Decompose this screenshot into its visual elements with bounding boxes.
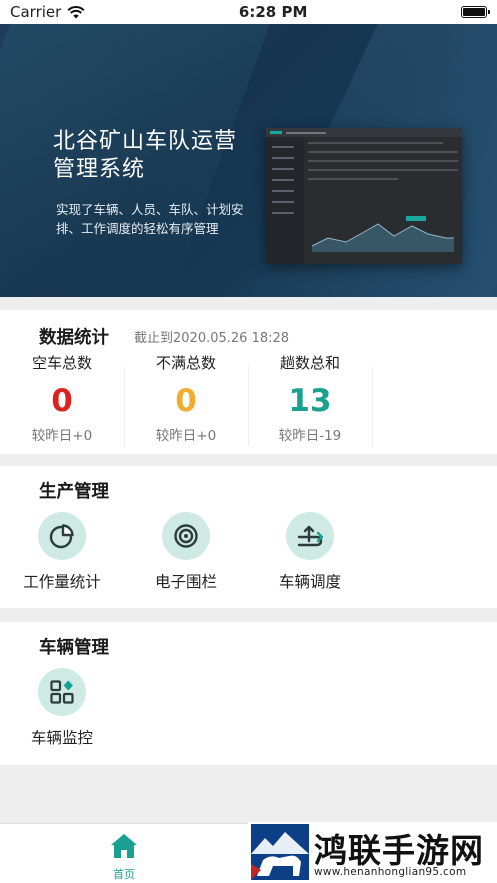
tab-home[interactable]: 首页: [98, 833, 150, 882]
status-left: Carrier: [10, 3, 85, 21]
wifi-icon: [67, 5, 85, 18]
production-title: 生产管理: [39, 482, 109, 502]
stat-empty-trucks[interactable]: 空车总数 0 较昨日+0: [1, 352, 123, 444]
carrier-label: Carrier: [10, 3, 62, 21]
stat-underfilled[interactable]: 不满总数 0 较昨日+0: [125, 352, 247, 444]
dispatch-icon: [286, 512, 334, 560]
stat-label: 趟数总和: [279, 354, 340, 372]
monitor-icon: [38, 668, 86, 716]
tile-label: 电子围栏: [154, 573, 217, 591]
tab-home-label: 首页: [113, 868, 135, 881]
dashboard-preview-image: [266, 128, 462, 264]
vehicle-management-card: 车辆管理 车辆监控: [0, 622, 497, 765]
stat-value: 0: [175, 383, 197, 419]
electronic-fence-button[interactable]: 电子围栏: [131, 512, 241, 592]
hero-banner[interactable]: 北谷矿山车队运营管理系统 实现了车辆、人员、车队、计划安排、工作调度的轻松有序管…: [0, 24, 497, 297]
watermark-logo: [251, 824, 309, 880]
battery-icon: [460, 6, 490, 18]
production-management-card: 生产管理 工作量统计 电子围栏 车辆调度: [0, 466, 497, 608]
stat-value: 0: [51, 383, 73, 419]
pie-chart-icon: [38, 512, 86, 560]
status-time: 6:28 PM: [238, 3, 308, 21]
stats-title: 数据统计: [39, 328, 109, 348]
vehicle-title: 车辆管理: [39, 638, 109, 658]
stat-label: 不满总数: [155, 354, 216, 372]
workload-statistics-button[interactable]: 工作量统计: [7, 512, 117, 592]
stat-value: 13: [288, 383, 332, 419]
status-bar: Carrier 6:28 PM: [0, 0, 497, 24]
stat-change: 较昨日+0: [155, 428, 217, 444]
vehicle-monitor-button[interactable]: 车辆监控: [7, 668, 117, 748]
vehicle-dispatch-button[interactable]: 车辆调度: [255, 512, 365, 592]
fence-icon: [162, 512, 210, 560]
stat-change: 较昨日+0: [31, 428, 93, 444]
watermark-brand: 鸿联手游网: [314, 831, 484, 870]
stat-divider: [372, 366, 373, 446]
stat-change: 较昨日-19: [278, 428, 342, 444]
watermark: 鸿联手游网 www.henanhonglian95.com: [248, 822, 497, 883]
stat-trip-total[interactable]: 趟数总和 13 较昨日-19: [249, 352, 371, 444]
stat-label: 空车总数: [31, 354, 92, 372]
tile-label: 工作量统计: [23, 573, 101, 591]
data-statistics-card: 数据统计 截止到2020.05.26 18:28 空车总数 0 较昨日+0 不满…: [0, 310, 497, 454]
tile-label: 车辆调度: [278, 573, 341, 591]
watermark-url: www.henanhonglian95.com: [314, 866, 467, 878]
tile-label: 车辆监控: [30, 729, 93, 747]
home-icon: [111, 834, 137, 858]
banner-title: 北谷矿山车队运营管理系统: [53, 129, 238, 182]
banner-description: 实现了车辆、人员、车队、计划安排、工作调度的轻松有序管理: [56, 202, 244, 236]
stats-date: 截止到2020.05.26 18:28: [134, 331, 290, 346]
